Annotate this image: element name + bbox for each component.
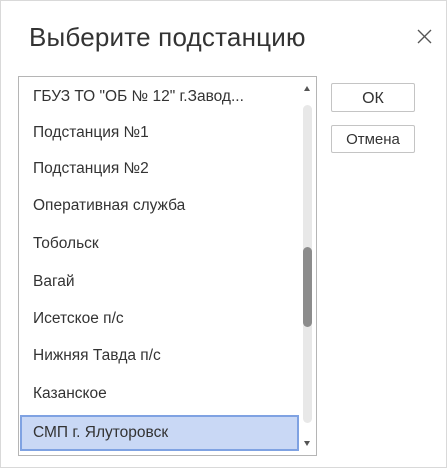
scroll-down-button[interactable]: [299, 435, 315, 451]
list-item[interactable]: Тобольск: [20, 226, 299, 262]
dialog-title: Выберите подстанцию: [29, 22, 306, 52]
list-item[interactable]: Нижняя Тавда п/с: [20, 338, 299, 374]
scroll-thumb[interactable]: [303, 247, 312, 327]
scroll-up-button[interactable]: [299, 81, 315, 97]
select-substation-dialog: Выберите подстанцию ГБУЗ ТО "ОБ № 12" г.…: [0, 0, 447, 468]
list-item[interactable]: Исетское п/с: [20, 301, 299, 337]
list-item[interactable]: ГБУЗ ТО "ОБ № 12" г.Завод...: [20, 79, 299, 115]
ok-button[interactable]: ОК: [331, 83, 415, 112]
vertical-scrollbar[interactable]: [299, 77, 315, 455]
list-item-selected[interactable]: СМП г. Ялуторовск: [20, 415, 299, 451]
close-button[interactable]: [415, 27, 435, 47]
close-icon: [417, 29, 432, 44]
substation-list[interactable]: ГБУЗ ТО "ОБ № 12" г.Завод... Подстанция …: [18, 76, 317, 456]
list-item[interactable]: Оперативная служба: [20, 188, 299, 224]
substation-list-items: ГБУЗ ТО "ОБ № 12" г.Завод... Подстанция …: [20, 77, 299, 455]
cancel-button[interactable]: Отмена: [331, 125, 415, 153]
triangle-down-icon: [304, 441, 310, 446]
triangle-up-icon: [304, 86, 310, 91]
list-item[interactable]: Подстанция №1: [20, 115, 299, 151]
list-item[interactable]: Вагай: [20, 264, 299, 300]
list-item[interactable]: Подстанция №2: [20, 151, 299, 187]
list-item[interactable]: Казанское: [20, 376, 299, 412]
